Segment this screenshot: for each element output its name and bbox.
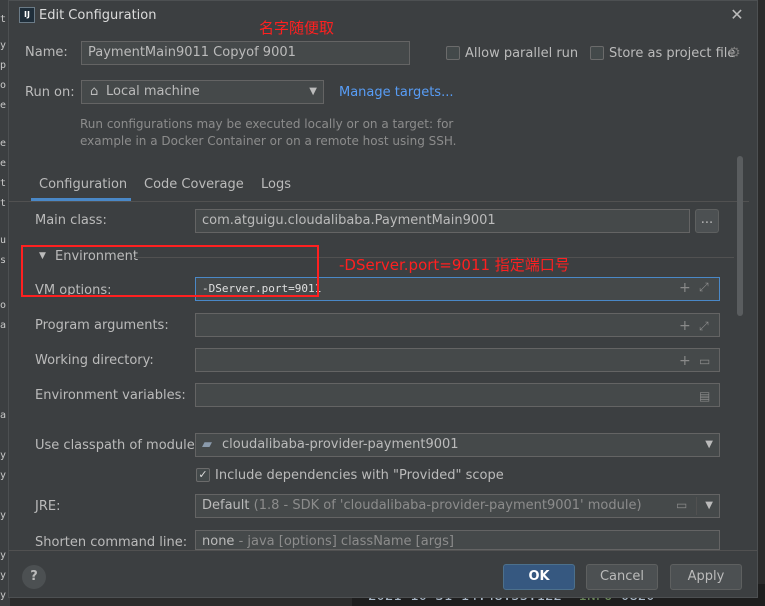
shorten-none: none bbox=[202, 534, 235, 549]
vm-options-annotation: -DServer.port=9011 指定端口号 bbox=[339, 256, 570, 274]
classpath-module-label: Use classpath of module: bbox=[35, 438, 200, 453]
shorten-command-select[interactable]: none - java [options] className [args] bbox=[195, 530, 720, 550]
jre-select[interactable]: Default (1.8 - SDK of 'cloudalibaba-prov… bbox=[195, 494, 720, 518]
gear-icon[interactable]: ⚙ bbox=[728, 45, 741, 61]
ide-right-strip bbox=[757, 0, 765, 606]
chevron-down-icon: ▼ bbox=[309, 86, 317, 97]
intellij-app-icon: IJ bbox=[19, 7, 35, 23]
jre-divider bbox=[696, 497, 697, 515]
cancel-button[interactable]: Cancel bbox=[586, 564, 658, 590]
environment-highlight-box bbox=[21, 245, 319, 297]
tab-configuration[interactable]: Configuration bbox=[39, 177, 127, 192]
chevron-down-icon[interactable]: ▼ bbox=[705, 500, 713, 511]
jre-value: Default (1.8 - SDK of 'cloudalibaba-prov… bbox=[202, 498, 642, 513]
tab-logs[interactable]: Logs bbox=[261, 177, 291, 192]
run-on-hint: Run configurations may be executed local… bbox=[80, 117, 457, 148]
include-dependencies-label: Include dependencies with "Provided" sco… bbox=[215, 468, 504, 483]
vertical-scrollbar[interactable] bbox=[737, 156, 743, 316]
program-arguments-label: Program arguments: bbox=[35, 318, 169, 333]
home-icon: ⌂ bbox=[90, 84, 99, 99]
jre-default: Default bbox=[202, 498, 250, 513]
main-class-input[interactable]: com.atguigu.cloudalibaba.PaymentMain9001 bbox=[195, 209, 690, 233]
shorten-detail: - java [options] className [args] bbox=[238, 534, 454, 549]
run-on-value: Local machine bbox=[106, 84, 200, 99]
plus-icon[interactable]: + bbox=[679, 280, 691, 296]
classpath-module-select[interactable]: ▰ cloudalibaba-provider-payment9001 ▼ bbox=[195, 433, 720, 457]
apply-button[interactable]: Apply bbox=[670, 564, 742, 590]
close-icon[interactable]: ✕ bbox=[727, 5, 747, 25]
dialog-title: Edit Configuration bbox=[39, 8, 157, 23]
help-button[interactable]: ? bbox=[22, 565, 46, 589]
folder-icon[interactable]: ▭ bbox=[676, 498, 687, 512]
manage-targets-link[interactable]: Manage targets... bbox=[339, 85, 453, 100]
jre-label: JRE: bbox=[35, 499, 61, 514]
shorten-command-label: Shorten command line: bbox=[35, 535, 188, 550]
run-on-label: Run on: bbox=[25, 85, 75, 100]
name-annotation: 名字随便取 bbox=[259, 19, 335, 37]
main-class-label: Main class: bbox=[35, 213, 107, 228]
chevron-down-icon: ▼ bbox=[705, 439, 713, 450]
document-icon[interactable]: ▤ bbox=[699, 385, 710, 406]
working-directory-input[interactable]: + ▭ bbox=[195, 348, 720, 372]
working-directory-label: Working directory: bbox=[35, 353, 154, 368]
jre-detail: (1.8 - SDK of 'cloudalibaba-provider-pay… bbox=[253, 498, 642, 513]
store-project-checkbox[interactable] bbox=[590, 46, 604, 60]
name-input[interactable]: PaymentMain9011 Copyof 9001 bbox=[81, 41, 410, 65]
allow-parallel-label: Allow parallel run bbox=[465, 46, 579, 61]
plus-icon[interactable]: + bbox=[679, 315, 691, 336]
environment-variables-input[interactable]: ▤ bbox=[195, 383, 720, 407]
browse-main-class-button[interactable]: ... bbox=[695, 209, 719, 233]
shorten-value: none - java [options] className [args] bbox=[202, 534, 454, 549]
store-project-label: Store as project file bbox=[609, 46, 736, 61]
environment-variables-label: Environment variables: bbox=[35, 388, 186, 403]
expand-icon[interactable]: ⤢ bbox=[699, 280, 709, 295]
expand-icon[interactable]: ⤢ bbox=[699, 315, 709, 336]
allow-parallel-checkbox[interactable] bbox=[446, 46, 460, 60]
name-label: Name: bbox=[25, 45, 68, 60]
module-folder-icon: ▰ bbox=[202, 437, 212, 452]
edit-configuration-dialog: IJ Edit Configuration 名字随便取 ✕ Name: Paym… bbox=[8, 0, 758, 598]
ok-button[interactable]: OK bbox=[503, 564, 575, 590]
tab-code-coverage[interactable]: Code Coverage bbox=[144, 177, 244, 192]
folder-icon[interactable]: ▭ bbox=[699, 350, 710, 371]
footer-divider bbox=[9, 550, 757, 551]
program-arguments-input[interactable]: + ⤢ bbox=[195, 313, 720, 337]
plus-icon[interactable]: + bbox=[679, 350, 691, 371]
run-on-select[interactable]: ⌂ Local machine ▼ bbox=[81, 80, 324, 104]
include-dependencies-checkbox[interactable]: ✓ bbox=[196, 468, 210, 482]
classpath-module-value: cloudalibaba-provider-payment9001 bbox=[222, 437, 459, 452]
tabs-divider bbox=[9, 201, 749, 202]
